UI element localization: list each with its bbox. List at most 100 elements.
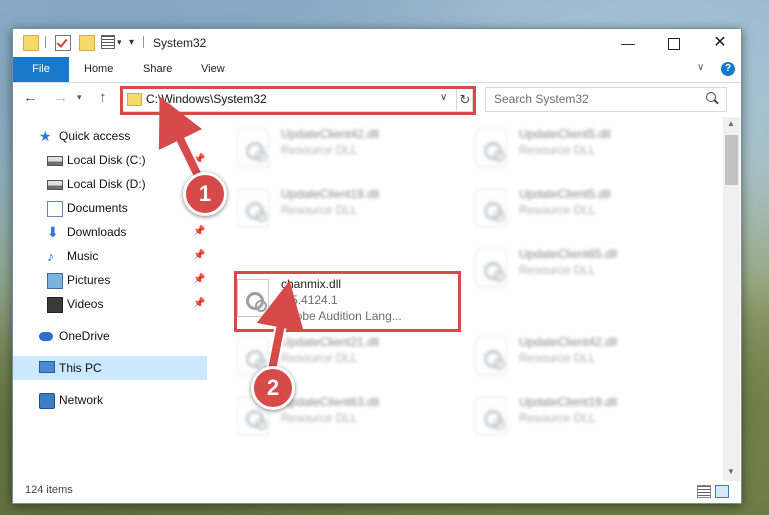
ribbon: File Home Share View ∨ ?	[13, 57, 741, 83]
sidebar-item-downloads[interactable]: ⬇ Downloads 📌	[13, 220, 207, 244]
sidebar-item-label: Downloads	[67, 225, 127, 239]
close-button[interactable]: ✕	[697, 29, 741, 57]
sidebar-item-documents[interactable]: Documents 📌	[13, 196, 207, 220]
sidebar-item-network[interactable]: Network	[13, 388, 207, 412]
scroll-down-icon[interactable]: ▼	[727, 467, 735, 476]
file-type: Resource DLL	[519, 263, 596, 277]
file-list: UpdateClient42.dll Resource DLL UpdateCl…	[207, 117, 723, 481]
tab-view[interactable]: View	[201, 57, 225, 82]
customize-toolbar-icon[interactable]: ▾	[129, 37, 134, 48]
help-icon[interactable]: ?	[721, 62, 735, 76]
sidebar-item-local-disk-c[interactable]: Local Disk (C:) 📌	[13, 148, 207, 172]
file-type: Resource DLL	[281, 351, 358, 365]
star-icon: ★	[39, 128, 52, 144]
window-title: System32	[153, 36, 207, 50]
navigation-pane: ★ Quick access Local Disk (C:) 📌 Local D…	[13, 117, 207, 481]
disk-icon	[47, 180, 63, 190]
file-tile[interactable]: UpdateClient42.dll Resource DLL	[469, 329, 694, 383]
toolbar-separator	[45, 36, 46, 48]
file-name: UpdateClient5.dll	[519, 127, 611, 141]
scroll-up-icon[interactable]: ▲	[727, 119, 735, 128]
onedrive-icon	[39, 332, 53, 341]
vertical-scrollbar[interactable]: ▲ ▼	[723, 117, 740, 481]
chevron-down-icon[interactable]: ∨	[440, 92, 447, 103]
properties-check-icon[interactable]	[55, 35, 71, 51]
sidebar-item-pictures[interactable]: Pictures 📌	[13, 268, 207, 292]
dll-file-icon	[475, 189, 507, 227]
file-highlight-box	[234, 271, 461, 332]
back-arrow-icon[interactable]: ←	[23, 89, 38, 106]
pin-icon[interactable]: 📌	[193, 298, 205, 309]
minimize-button[interactable]: —	[605, 29, 651, 57]
pin-icon[interactable]: 📌	[193, 274, 205, 285]
file-tile[interactable]: UpdateClient19.dll Resource DLL	[231, 181, 456, 235]
folder-icon[interactable]	[23, 35, 39, 51]
music-icon: ♪	[47, 248, 54, 264]
dll-file-icon	[475, 397, 507, 435]
forward-arrow-icon[interactable]: →	[53, 89, 68, 106]
step-badge-2: 2	[251, 366, 295, 410]
status-bar: 124 items	[13, 481, 741, 503]
properties-icon[interactable]	[101, 35, 115, 49]
tab-file[interactable]: File	[13, 57, 69, 82]
file-name: UpdateClient21.dll	[281, 335, 380, 349]
details-view-icon[interactable]	[697, 485, 711, 498]
file-tile[interactable]: UpdateClient19.dll Resource DLL	[469, 389, 694, 443]
search-icon[interactable]	[706, 92, 716, 102]
search-input[interactable]: Search System32	[485, 87, 727, 112]
sidebar-item-local-disk-d[interactable]: Local Disk (D:)	[13, 172, 207, 196]
file-type: Resource DLL	[281, 143, 358, 157]
up-arrow-icon[interactable]: ↑	[99, 89, 107, 106]
documents-icon	[47, 201, 63, 217]
sidebar-item-label: Videos	[67, 297, 104, 311]
pin-icon[interactable]: 📌	[193, 226, 205, 237]
file-tile[interactable]: UpdateClient65.dll Resource DLL	[469, 241, 694, 295]
new-folder-icon[interactable]	[79, 35, 95, 51]
file-name: UpdateClient42.dll	[519, 335, 618, 349]
scrollbar-thumb[interactable]	[725, 135, 738, 185]
navigation-bar: ← → ▾ ↑ C:\Windows\System32 ∨ ↻ Search S…	[13, 83, 741, 115]
pc-icon	[39, 361, 55, 373]
address-path[interactable]: C:\Windows\System32	[146, 92, 267, 106]
item-count: 124 items	[25, 484, 73, 496]
chevron-down-icon[interactable]: ▾	[117, 37, 122, 48]
disk-icon	[47, 156, 63, 166]
large-icons-view-icon[interactable]	[715, 485, 729, 498]
recent-locations-icon[interactable]: ▾	[77, 92, 82, 103]
dll-file-icon	[475, 249, 507, 287]
file-tile[interactable]: UpdateClient5.dll Resource DLL	[469, 121, 694, 175]
search-placeholder: Search System32	[494, 92, 589, 106]
file-tile[interactable]: UpdateClient5.dll Resource DLL	[469, 181, 694, 235]
videos-icon	[47, 297, 63, 313]
sidebar-item-music[interactable]: ♪ Music 📌	[13, 244, 207, 268]
file-type: Resource DLL	[519, 143, 596, 157]
sidebar-item-onedrive[interactable]: OneDrive	[13, 324, 207, 348]
sidebar-item-videos[interactable]: Videos 📌	[13, 292, 207, 316]
sidebar-item-label: Local Disk (C:)	[67, 153, 146, 167]
sidebar-item-this-pc[interactable]: This PC	[13, 356, 207, 380]
pin-icon[interactable]: 📌	[193, 250, 205, 261]
file-name: UpdateClient65.dll	[519, 247, 618, 261]
toolbar-separator	[143, 36, 144, 48]
folder-icon	[127, 93, 142, 106]
file-name: UpdateClient19.dll	[519, 395, 618, 409]
sidebar-item-label: Documents	[67, 201, 128, 215]
file-name: UpdateClient5.dll	[519, 187, 611, 201]
pin-icon[interactable]: 📌	[193, 154, 205, 165]
pictures-icon	[47, 273, 63, 289]
expand-ribbon-icon[interactable]: ∨	[697, 62, 704, 73]
refresh-icon[interactable]: ↻	[456, 88, 473, 111]
sidebar-item-quick-access[interactable]: ★ Quick access	[13, 124, 207, 148]
file-name: UpdateClient19.dll	[281, 187, 380, 201]
title-bar: ▾ ▾ System32 — ✕	[13, 29, 741, 57]
file-type: Resource DLL	[519, 411, 596, 425]
tab-home[interactable]: Home	[84, 57, 113, 82]
address-bar[interactable]: C:\Windows\System32 ∨ ↻	[121, 87, 473, 112]
dll-file-icon	[475, 129, 507, 167]
tab-share[interactable]: Share	[143, 57, 172, 82]
dll-file-icon	[475, 337, 507, 375]
maximize-icon	[668, 38, 680, 51]
maximize-button[interactable]	[651, 29, 697, 57]
file-tile[interactable]: UpdateClient42.dll Resource DLL	[231, 121, 456, 175]
file-type: Resource DLL	[281, 203, 358, 217]
